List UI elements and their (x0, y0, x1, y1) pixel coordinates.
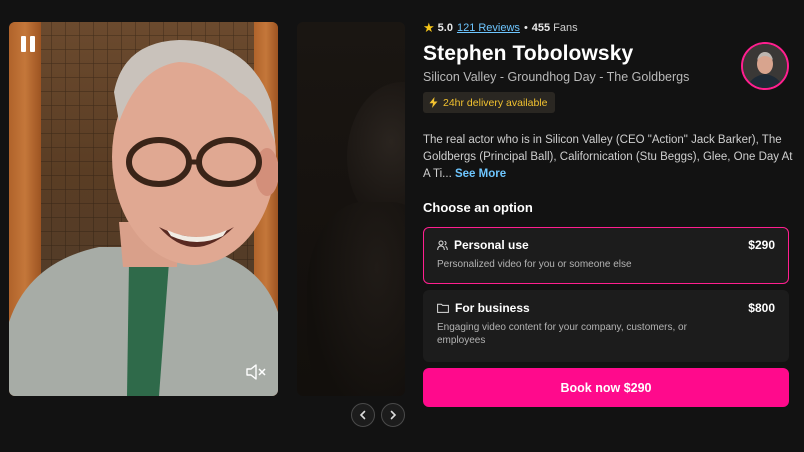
reviews-link[interactable]: 121 Reviews (457, 22, 520, 34)
fans-label: Fans (553, 22, 578, 34)
option-description: Personalized video for you or someone el… (437, 259, 632, 270)
delivery-badge: 24hr delivery available (423, 92, 556, 113)
carousel-next-button[interactable] (381, 403, 405, 427)
option-title: For business (455, 301, 530, 315)
carousel-prev-button[interactable] (351, 403, 375, 427)
see-more-link[interactable]: See More (455, 168, 506, 180)
pause-button[interactable] (21, 36, 35, 52)
talent-name: Stephen Tobolowsky (423, 42, 634, 65)
preview-shadow (307, 202, 405, 396)
intro-video[interactable] (9, 22, 278, 396)
delivery-label: 24hr delivery available (443, 96, 548, 109)
folder-icon (437, 303, 449, 313)
option-for-business[interactable]: For business $800 Engaging video content… (423, 290, 789, 362)
avatar-image (743, 44, 787, 88)
option-price: $290 (748, 238, 775, 252)
carousel-navigation (351, 403, 405, 427)
rating-summary: ★ 5.0 121 Reviews • 455 Fans (423, 20, 789, 36)
lightning-icon (429, 97, 438, 108)
option-personal-use[interactable]: Personal use $290 Personalized video for… (423, 227, 789, 284)
talent-avatar[interactable] (741, 42, 789, 90)
talent-bio: The real actor who is in Silicon Valley … (423, 132, 793, 183)
people-icon (437, 240, 448, 250)
pause-icon-bar (30, 36, 35, 52)
talent-known-for: Silicon Valley - Groundhog Day - The Gol… (423, 70, 690, 84)
rating-score: 5.0 (437, 22, 453, 34)
options-heading: Choose an option (423, 200, 533, 215)
talent-portrait (9, 40, 278, 396)
muted-speaker-icon[interactable] (246, 364, 266, 380)
option-title-group: Personal use (437, 238, 529, 252)
talent-profile-page: ★ 5.0 121 Reviews • 455 Fans Stephen Tob… (0, 0, 804, 452)
star-icon: ★ (423, 20, 435, 35)
next-video-preview[interactable] (297, 22, 405, 396)
pause-icon-bar (21, 36, 26, 52)
option-header: For business $800 (437, 301, 775, 315)
option-title-group: For business (437, 301, 530, 315)
talent-info: ★ 5.0 121 Reviews • 455 Fans Stephen Tob… (423, 20, 789, 84)
chevron-right-icon (390, 410, 397, 420)
book-now-button[interactable]: Book now $290 (423, 368, 789, 407)
option-price: $800 (748, 301, 775, 315)
separator-dot: • (523, 22, 528, 34)
option-description: Engaging video content for your company,… (437, 322, 687, 346)
chevron-left-icon (359, 410, 366, 420)
option-header: Personal use $290 (437, 238, 775, 252)
option-title: Personal use (454, 238, 529, 252)
fans-count: 455 (531, 22, 551, 34)
